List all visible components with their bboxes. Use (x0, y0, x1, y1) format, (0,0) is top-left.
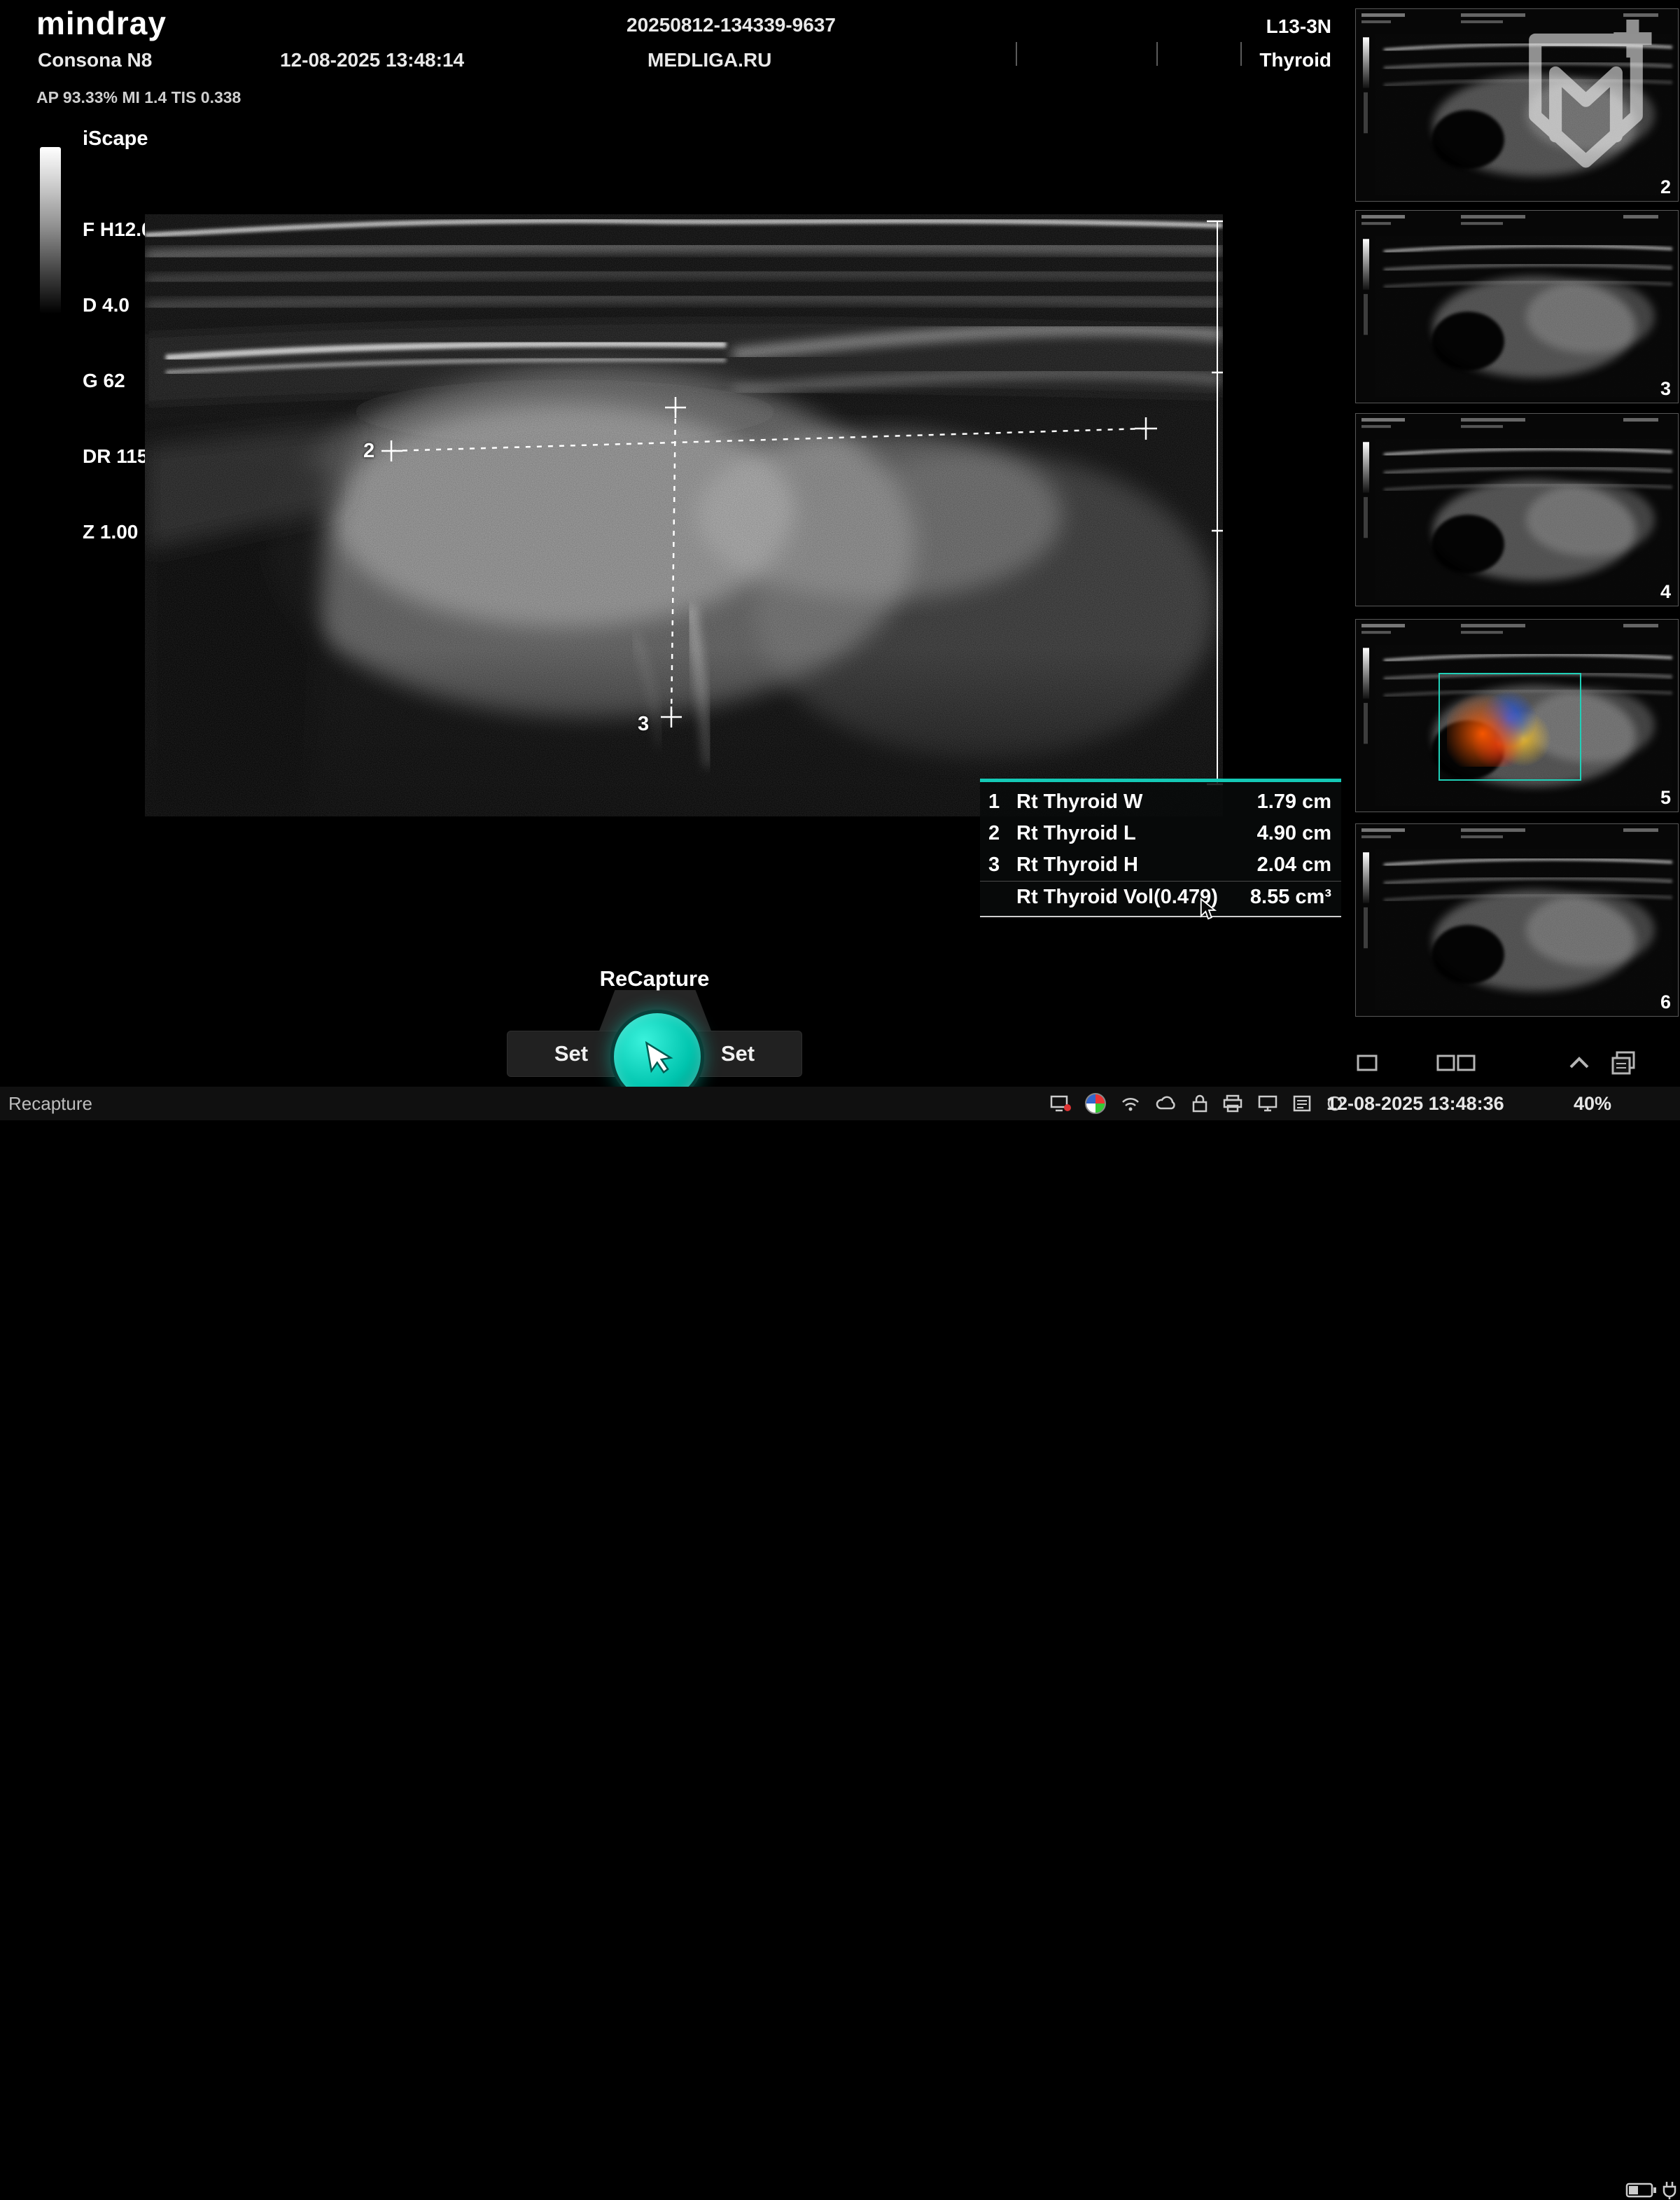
measurement-row: 2 Rt Thyroid L 4.90 cm (980, 818, 1341, 849)
exam-preset: Thyroid (1259, 49, 1331, 71)
thumbnail-number: 3 (1660, 378, 1671, 400)
dual-frame-icon[interactable] (1436, 1052, 1476, 1073)
thumbnail-number: 5 (1660, 787, 1671, 809)
thumbnail-6[interactable]: 6 (1355, 823, 1679, 1017)
single-frame-icon[interactable] (1355, 1052, 1379, 1073)
acoustic-output-readout: AP 93.33% MI 1.4 TIS 0.338 (36, 88, 241, 107)
active-mode-label: Recapture (8, 1093, 92, 1115)
doppler-color-overlay (1447, 684, 1566, 767)
measurement-label: Rt Thyroid H (1016, 854, 1257, 877)
header-divider (1240, 42, 1242, 66)
recapture-button[interactable]: ReCapture (553, 966, 756, 991)
exam-id: 20250812-134339-9637 (626, 14, 836, 36)
imaging-params: F H12.0 D 4.0 G 62 DR 115 Z 1.00 (83, 167, 153, 570)
ultrasound-image[interactable]: 2 3 (145, 214, 1223, 816)
stack-icon[interactable] (1610, 1051, 1637, 1075)
caliper-label-2: 2 (363, 440, 374, 463)
monitor-icon (1257, 1094, 1278, 1113)
thumbnail-view-controls (1355, 1042, 1677, 1084)
measurement-results-panel: 1 Rt Thyroid W 1.79 cm 2 Rt Thyroid L 4.… (980, 779, 1341, 917)
param-gain: G 62 (83, 368, 153, 394)
measurement-index: 1 (988, 791, 1016, 814)
status-datetime: 12-08-2025 13:48:36 (1326, 1093, 1504, 1115)
exam-datetime: 12-08-2025 13:48:14 (280, 49, 464, 71)
facility-name: MEDLIGA.RU (648, 49, 771, 71)
measurement-index: 3 (988, 854, 1016, 877)
brand-logo: mindray (36, 4, 167, 42)
param-depth: D 4.0 (83, 293, 153, 318)
caliper-label-3: 3 (638, 713, 649, 736)
cloud-icon (1155, 1095, 1177, 1112)
imaging-mode-label: iScape (83, 127, 148, 151)
measurement-row: 1 Rt Thyroid W 1.79 cm (980, 786, 1341, 818)
param-dynamic-range: DR 115 (83, 444, 153, 469)
thumbnail-4[interactable]: 4 (1355, 413, 1679, 606)
thumbnail-number: 2 (1660, 176, 1671, 198)
measurement-row-volume: Rt Thyroid Vol(0.479) 8.55 cm³ (980, 881, 1341, 913)
battery-icon (1625, 2181, 1658, 2199)
measurement-value: 2.04 cm (1257, 854, 1331, 877)
param-frequency: F H12.0 (83, 217, 153, 242)
header-divider (1016, 42, 1017, 66)
depth-ruler (1207, 221, 1223, 784)
measurement-label: Rt Thyroid W (1016, 791, 1257, 814)
wifi-icon (1120, 1094, 1141, 1113)
printer-icon (1222, 1094, 1243, 1113)
caliper-overlay (145, 214, 1223, 816)
measurement-row: 3 Rt Thyroid H 2.04 cm (980, 849, 1341, 881)
measurement-label: Rt Thyroid L (1016, 822, 1257, 845)
thumbnail-5[interactable]: 5 (1355, 619, 1679, 812)
thumbnail-number: 4 (1660, 581, 1671, 603)
mouse-cursor (1198, 898, 1219, 921)
measurement-value: 4.90 cm (1257, 822, 1331, 845)
task-list-icon (1292, 1094, 1312, 1113)
system-model: Consona N8 (38, 49, 152, 71)
caliper-line-vertical (671, 408, 676, 717)
param-zoom: Z 1.00 (83, 520, 153, 545)
status-icons (1050, 1093, 1344, 1114)
battery-percent: 40% (1574, 1093, 1611, 1115)
thumbnail-3[interactable]: 3 (1355, 210, 1679, 403)
caliper-line-horizontal (391, 429, 1146, 451)
thumbnail-image (1356, 9, 1678, 201)
status-bar: Recapture 12-08-2025 13:48:36 40% (0, 1087, 1680, 1120)
thumbnail-2[interactable]: 2 (1355, 8, 1679, 202)
color-disc-icon (1085, 1093, 1106, 1114)
measurement-index: 2 (988, 822, 1016, 845)
caliper-crosses (382, 397, 1157, 727)
thumbnail-image (1356, 824, 1678, 1016)
pointer-arrow-icon (638, 1038, 676, 1075)
header-divider (1156, 42, 1158, 66)
thumbnail-image (1356, 414, 1678, 606)
collapse-icon[interactable] (1567, 1054, 1592, 1071)
screen-transfer-icon (1050, 1094, 1071, 1113)
transducer-name: L13-3N (1266, 15, 1331, 38)
lock-icon (1191, 1094, 1208, 1113)
thumbnail-number: 6 (1660, 991, 1671, 1013)
measurement-value: 8.55 cm³ (1250, 886, 1331, 909)
thumbnail-image (1356, 211, 1678, 403)
measurement-value: 1.79 cm (1257, 791, 1331, 814)
power-plug-icon (1660, 2180, 1679, 2200)
grayscale-bar (40, 147, 61, 314)
